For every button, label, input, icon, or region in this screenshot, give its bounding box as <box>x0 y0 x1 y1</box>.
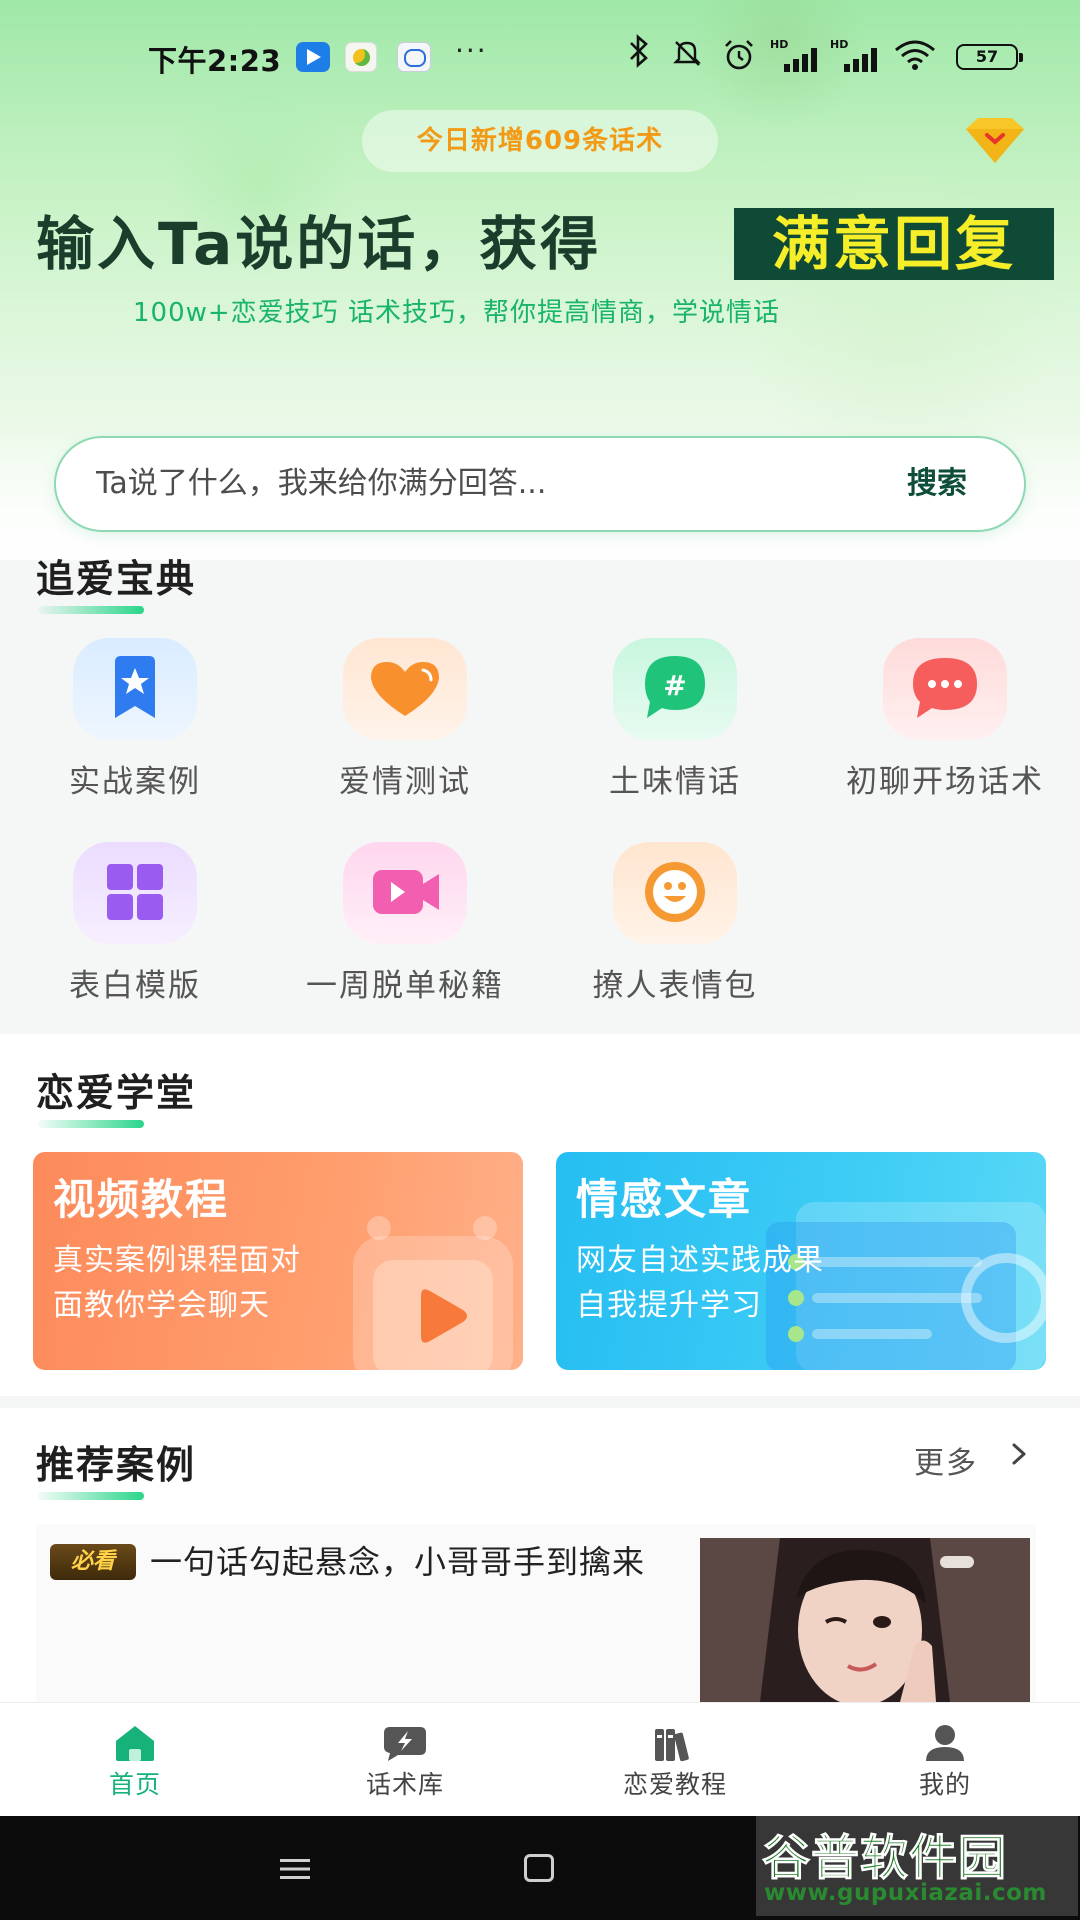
status-time: 下午2:23 <box>148 44 282 78</box>
vip-diamond-icon[interactable] <box>958 115 1032 167</box>
emotion-article-card[interactable]: 情感文章 网友自述实践成果 自我提升学习 <box>556 1152 1046 1370</box>
map-app-icon <box>296 42 330 72</box>
hero-headline-highlight: 满意回复 <box>734 208 1054 280</box>
wifi-icon <box>893 38 937 72</box>
books-icon <box>655 1729 689 1762</box>
lightning-chat-icon <box>384 1727 426 1761</box>
message-app-icon <box>397 42 431 72</box>
guide-item-sweet-talk[interactable]: # 土味情话 <box>540 638 810 808</box>
guide-item-label: 实战案例 <box>69 764 201 800</box>
more-link[interactable]: 更多 <box>914 1438 978 1482</box>
section-title-underline <box>38 1492 144 1500</box>
card-desc-line: 面教你学会聊天 <box>53 1288 270 1323</box>
template-grid-icon <box>73 842 197 944</box>
bluetooth-icon <box>627 34 651 76</box>
section-title: 恋爱学堂 <box>36 1071 197 1115</box>
more-notifications-icon: ··· <box>455 34 488 67</box>
signal-1-icon: HD <box>770 38 824 74</box>
video-icon <box>343 842 467 944</box>
search-button[interactable]: 搜索 <box>872 438 1002 529</box>
tab-tutorials[interactable]: 恋爱教程 <box>540 1703 810 1817</box>
hashtag-chat-icon: # <box>613 638 737 740</box>
card-desc-line: 网友自述实践成果 <box>576 1243 824 1278</box>
guide-item-label: 爱情测试 <box>339 764 471 800</box>
chevron-right-icon[interactable] <box>1008 1443 1030 1465</box>
guide-item-label: 撩人表情包 <box>592 968 758 1004</box>
guide-item-label: 土味情话 <box>609 764 741 800</box>
tab-scripts[interactable]: 话术库 <box>270 1703 540 1817</box>
card-desc: 网友自述实践成果 自我提升学习 <box>576 1238 936 1328</box>
tab-label: 首页 <box>108 1770 161 1799</box>
card-desc-line: 真实案例课程面对 <box>53 1243 301 1278</box>
tab-profile[interactable]: 我的 <box>810 1703 1080 1817</box>
watermark-title: 谷普软件园 <box>761 1830 1008 1887</box>
guide-item-love-test[interactable]: 爱情测试 <box>270 638 540 808</box>
signal-2-icon: HD <box>830 38 884 74</box>
tab-label: 恋爱教程 <box>622 1770 727 1799</box>
search-input[interactable] <box>96 438 856 529</box>
tab-label: 话术库 <box>365 1770 444 1799</box>
section-title-underline <box>38 1120 144 1128</box>
status-bar: 下午2:23 ··· HD HD 57 <box>0 30 1080 80</box>
hd-label: HD <box>830 38 849 51</box>
card-desc: 真实案例课程面对 面教你学会聊天 <box>53 1238 413 1328</box>
home-button-icon[interactable] <box>524 1854 554 1882</box>
smiley-icon <box>613 842 737 944</box>
guide-item-label: 一周脱单秘籍 <box>306 968 504 1004</box>
chat-bubble-icon <box>883 638 1007 740</box>
battery-icon: 57 <box>956 44 1023 70</box>
guide-item-single-secrets[interactable]: 一周脱单秘籍 <box>270 842 540 1012</box>
card-desc-line: 自我提升学习 <box>576 1288 762 1323</box>
section-title: 推荐案例 <box>36 1443 197 1487</box>
tab-label: 我的 <box>918 1770 971 1799</box>
tab-home[interactable]: 首页 <box>0 1703 270 1817</box>
bottom-tab-bar: 首页 话术库 恋爱教程 我的 <box>0 1702 1080 1816</box>
hero-headline: 输入Ta说的话，获得 <box>36 210 602 278</box>
site-watermark: 谷普软件园 www.gupuxiazai.com <box>756 1808 1078 1916</box>
guide-item-opening-lines[interactable]: 初聊开场话术 <box>810 638 1080 808</box>
card-title: 情感文章 <box>576 1175 753 1224</box>
user-icon <box>926 1725 964 1761</box>
video-tutorial-card[interactable]: 视频教程 真实案例课程面对 面教你学会聊天 <box>33 1152 523 1370</box>
guide-item-label: 表白模版 <box>69 968 201 1004</box>
heart-icon <box>343 638 467 740</box>
hd-label: HD <box>770 38 789 51</box>
watermark-url: www.gupuxiazai.com <box>764 1880 1047 1906</box>
daily-new-badge[interactable]: 今日新增609条话术 <box>362 110 718 172</box>
guide-section: 追爱宝典 实战案例 爱情测试 # 土味情话 初聊开场话术 表白模版 一周脱单秘籍… <box>0 540 1080 1024</box>
guide-item-stickers[interactable]: 撩人表情包 <box>540 842 810 1012</box>
article-title: 一句话勾起悬念，小哥哥手到擒来 <box>150 1543 646 1581</box>
music-app-icon <box>345 42 377 72</box>
search-bar: 搜索 <box>54 436 1026 532</box>
article-thumbnail <box>700 1538 1030 1702</box>
alarm-icon <box>722 38 756 72</box>
svg-text:#: # <box>663 669 686 702</box>
mute-bell-icon <box>672 38 702 68</box>
article-card[interactable]: 必看 一句话勾起悬念，小哥哥手到擒来 <box>36 1524 1036 1702</box>
card-title: 视频教程 <box>53 1175 230 1224</box>
menu-icon[interactable] <box>280 1858 310 1880</box>
guide-item-confession-template[interactable]: 表白模版 <box>0 842 270 1012</box>
hero-subline: 100w+恋爱技巧 话术技巧，帮你提高情商，学说情话 <box>133 298 780 328</box>
section-title: 追爱宝典 <box>36 557 197 601</box>
section-title-underline <box>38 606 144 614</box>
guide-item-label: 初聊开场话术 <box>846 764 1044 800</box>
bookmark-star-icon <box>73 638 197 740</box>
home-icon <box>116 1726 154 1761</box>
guide-item-cases[interactable]: 实战案例 <box>0 638 270 808</box>
